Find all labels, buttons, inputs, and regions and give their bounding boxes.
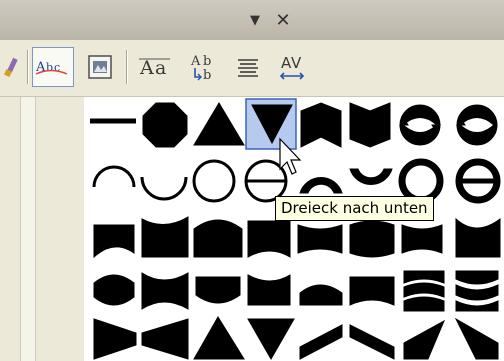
shape-wave-3[interactable] bbox=[297, 224, 343, 254]
shape-fade-right[interactable] bbox=[93, 318, 137, 360]
shape-deflate-bottom-2[interactable] bbox=[349, 276, 395, 306]
svg-text:b: b bbox=[203, 68, 211, 82]
shape-grid bbox=[90, 98, 501, 361]
svg-text:A: A bbox=[139, 57, 154, 79]
close-button[interactable]: ✕ bbox=[272, 11, 294, 31]
gallery-scroll-edge bbox=[20, 97, 36, 361]
shape-fade-left[interactable] bbox=[141, 318, 189, 360]
shape-wave-5[interactable] bbox=[401, 224, 443, 254]
shape-arch-up[interactable] bbox=[92, 165, 136, 188]
shape-slant-up[interactable] bbox=[193, 316, 245, 360]
svg-text:a: a bbox=[155, 57, 166, 79]
shape-cascade-down[interactable] bbox=[349, 324, 395, 360]
format-brush-button[interactable] bbox=[0, 47, 26, 87]
vertical-text-icon: A b b bbox=[190, 54, 211, 82]
shape-chevron-down[interactable] bbox=[349, 102, 391, 148]
same-letter-heights-button[interactable]: A a bbox=[134, 47, 176, 87]
shape-circle-arrows[interactable] bbox=[399, 104, 441, 146]
shape-fade-down[interactable] bbox=[455, 270, 499, 312]
svg-text:b: b bbox=[46, 61, 53, 74]
shape-arch-down-thick[interactable] bbox=[349, 168, 393, 185]
character-spacing-button[interactable]: A V bbox=[272, 47, 312, 87]
shape-wave-6[interactable] bbox=[455, 217, 501, 258]
toolbar-options-dropdown-button[interactable]: ▼ bbox=[244, 11, 266, 31]
shape-circle-arrows-2[interactable] bbox=[456, 104, 498, 146]
same-letter-heights-icon: A a bbox=[139, 57, 170, 79]
vertical-text-button[interactable]: A b b bbox=[182, 47, 224, 87]
wordart-shape-button[interactable]: A b c bbox=[32, 47, 74, 87]
insert-wordart-icon bbox=[88, 55, 112, 79]
shape-deflate[interactable] bbox=[141, 272, 189, 310]
shape-ring-bar[interactable] bbox=[455, 158, 501, 204]
align-text-icon bbox=[238, 59, 258, 77]
shape-arch-up-thick[interactable] bbox=[299, 177, 343, 194]
shape-chevron-up[interactable] bbox=[300, 102, 342, 148]
wordart-toolbar: A b c A a A b b A V bbox=[0, 40, 504, 97]
shape-wave-4[interactable] bbox=[349, 220, 395, 258]
shape-inflate-top[interactable] bbox=[193, 219, 243, 258]
shape-octagon[interactable] bbox=[142, 102, 188, 148]
shape-arch-down[interactable] bbox=[140, 176, 188, 201]
shape-wave-1[interactable] bbox=[93, 224, 135, 259]
shape-cascade-up[interactable] bbox=[299, 324, 343, 360]
window-title-bar: ▼ ✕ bbox=[0, 0, 504, 40]
toolbar-separator bbox=[126, 50, 127, 84]
shape-wave-2[interactable] bbox=[141, 216, 189, 258]
gallery-left-margin bbox=[0, 97, 84, 361]
shape-tooltip: Dreieck nach unten bbox=[275, 196, 434, 221]
toolbar-separator bbox=[27, 50, 28, 84]
shape-triangle-up[interactable] bbox=[193, 102, 245, 146]
align-text-button[interactable] bbox=[228, 47, 268, 87]
svg-text:V: V bbox=[291, 54, 302, 72]
shape-ring[interactable] bbox=[398, 158, 444, 204]
shape-slant-down[interactable] bbox=[247, 318, 295, 361]
text-style-icon: A b c bbox=[35, 60, 68, 75]
shape-circle[interactable] bbox=[192, 159, 236, 203]
paint-brush-icon bbox=[4, 57, 18, 77]
shape-deflate-bottom[interactable] bbox=[247, 220, 291, 258]
svg-text:b: b bbox=[203, 54, 211, 69]
shape-inflate-bottom[interactable] bbox=[195, 276, 241, 304]
shape-can-down[interactable] bbox=[454, 317, 499, 360]
wordart-shape-gallery bbox=[84, 97, 504, 361]
shape-can-up[interactable] bbox=[403, 319, 446, 360]
character-spacing-icon: A V bbox=[279, 54, 305, 80]
insert-wordart-button[interactable] bbox=[80, 47, 120, 87]
shape-inflate-top-2[interactable] bbox=[299, 284, 343, 306]
svg-text:A: A bbox=[190, 54, 201, 69]
shape-deflate-top[interactable] bbox=[247, 274, 291, 306]
shape-fade-up[interactable] bbox=[403, 270, 445, 312]
shape-inflate[interactable] bbox=[93, 274, 135, 306]
